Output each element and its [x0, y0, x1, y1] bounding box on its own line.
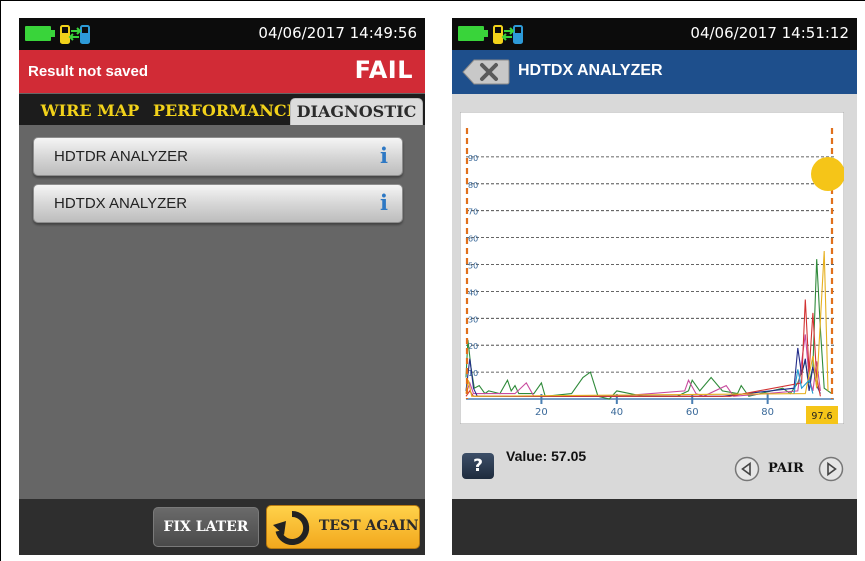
hdtdx-analyzer-screen: 04/06/2017 14:51:12 HDTDX ANALYZER 10 20 3… — [452, 18, 857, 555]
cursor-value-label: 97.6 — [811, 411, 832, 422]
y-tick-label: 60 — [468, 235, 478, 244]
battery-icon — [458, 26, 484, 41]
menu-item-label: HDTDX ANALYZER — [54, 195, 188, 212]
refresh-icon — [273, 510, 310, 545]
tab-wire-map[interactable]: WIRE MAP — [25, 98, 155, 125]
y-tick-label: 10 — [468, 369, 478, 378]
pair-label: PAIR — [768, 461, 804, 476]
result-bar: Result not saved FAIL — [19, 50, 425, 93]
title-bar: HDTDX ANALYZER — [452, 50, 857, 94]
results-tabs: WIRE MAP PERFORMANCE DIAGNOSTIC — [19, 94, 425, 125]
bottom-bar — [452, 499, 857, 555]
battery-tip — [51, 30, 55, 37]
fix-later-button[interactable]: FIX LATER — [153, 507, 259, 547]
datetime: 04/06/2017 14:51:12 — [690, 24, 849, 42]
chart-panel: 10 20 30 40 50 60 70 80 90 20 40 60 80 97.6 ? Value: … — [452, 94, 857, 500]
result-verdict: FAIL — [354, 56, 413, 84]
battery-tip — [484, 30, 488, 37]
menu-item-hdtdr-analyzer[interactable]: HDTDR ANALYZER i — [33, 137, 403, 176]
frame-border-top — [0, 0, 865, 1]
test-again-label: TEST AGAIN — [319, 518, 419, 534]
tab-performance[interactable]: PERFORMANCE — [153, 98, 299, 125]
battery-icon — [25, 26, 51, 41]
menu-item-hdtdx-analyzer[interactable]: HDTDX ANALYZER i — [33, 184, 403, 223]
diagnostic-menu-screen: 04/06/2017 14:49:56 Result not saved FAI… — [19, 18, 425, 555]
frame-border-left — [0, 0, 1, 561]
hdtdx-plot[interactable]: 10203040506070809020 40 60 80 97.6 — [460, 112, 844, 424]
cursor-handle[interactable] — [811, 157, 844, 191]
status-bar: 04/06/2017 14:51:12 — [452, 18, 857, 50]
pair-next-button[interactable] — [818, 456, 844, 482]
info-icon[interactable]: i — [380, 192, 388, 214]
value-readout: Value: 57.05 — [506, 448, 587, 464]
bottom-action-bar: FIX LATER TEST AGAIN — [19, 499, 425, 555]
test-again-button[interactable]: TEST AGAIN — [266, 505, 420, 549]
y-tick-label: 70 — [468, 208, 478, 217]
plot-background — [460, 112, 844, 424]
tab-diagnostic[interactable]: DIAGNOSTIC — [290, 98, 423, 125]
page-title: HDTDX ANALYZER — [518, 62, 663, 79]
link-status-icon — [493, 25, 523, 44]
menu-item-label: HDTDR ANALYZER — [54, 148, 188, 165]
x-tick-label: 20 — [535, 407, 548, 418]
help-button[interactable]: ? — [462, 453, 494, 479]
info-icon[interactable]: i — [380, 145, 388, 167]
save-status: Result not saved — [28, 63, 149, 80]
y-tick-label: 30 — [468, 315, 478, 324]
y-tick-label: 50 — [468, 262, 478, 271]
close-button[interactable] — [462, 59, 510, 85]
status-bar: 04/06/2017 14:49:56 — [19, 18, 425, 50]
x-tick-label: 60 — [686, 407, 699, 418]
y-tick-label: 40 — [468, 288, 478, 297]
y-tick-label: 90 — [468, 154, 478, 163]
x-tick-label: 80 — [761, 407, 774, 418]
y-tick-label: 80 — [468, 181, 478, 190]
x-tick-label: 40 — [610, 407, 623, 418]
datetime: 04/06/2017 14:49:56 — [258, 24, 417, 42]
link-status-icon — [60, 25, 90, 44]
pair-prev-button[interactable] — [734, 456, 760, 482]
